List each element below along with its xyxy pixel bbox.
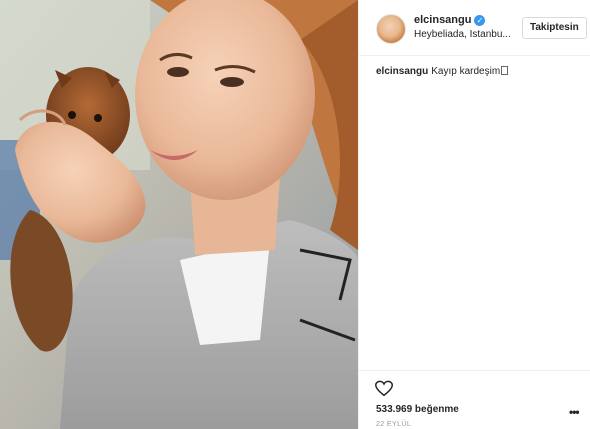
like-count[interactable]: 533.969 beğenme (376, 404, 459, 415)
unrendered-emoji-icon (501, 66, 509, 75)
post-photo[interactable] (0, 0, 358, 429)
caption-username[interactable]: elcinsangu (376, 66, 428, 77)
post-side-panel: elcinsangu ✓ Heybeliada, Istanbu... Taki… (358, 0, 590, 429)
post-caption: elcinsangu Kayıp kardeşim (376, 66, 509, 77)
location-link[interactable]: Heybeliada, Istanbu... (414, 29, 514, 40)
avatar[interactable] (376, 14, 406, 44)
post-actions: 533.969 beğenme 22 EYLÜL ••• (359, 370, 590, 429)
ellipsis-icon[interactable]: ••• (569, 406, 580, 418)
post-date[interactable]: 22 EYLÜL (376, 421, 411, 428)
verified-badge-icon: ✓ (474, 14, 486, 26)
caption-text: Kayıp kardeşim (431, 66, 501, 77)
username-link[interactable]: elcinsangu (414, 14, 471, 26)
username-row: elcinsangu ✓ (414, 14, 486, 26)
photo-illustration (0, 0, 358, 429)
following-button[interactable]: Takiptesin (522, 17, 587, 39)
post-header: elcinsangu ✓ Heybeliada, Istanbu... Taki… (359, 0, 590, 56)
heart-outline-icon[interactable] (375, 380, 393, 397)
